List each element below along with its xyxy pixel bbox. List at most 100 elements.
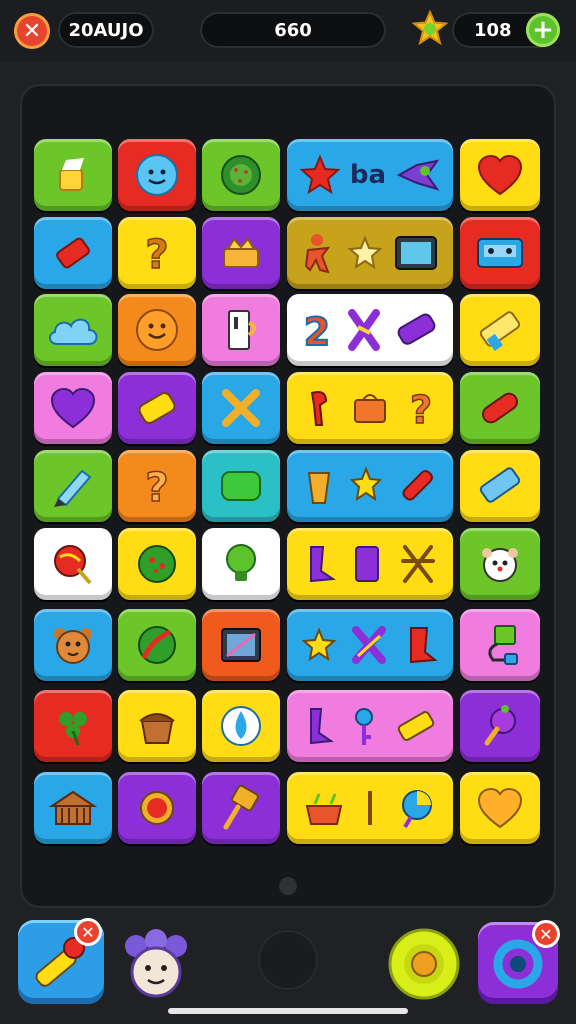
question-icon: ?	[145, 231, 170, 278]
cross-letters-icon	[347, 309, 380, 351]
tile-r4-c1[interactable]	[34, 372, 112, 444]
tile-r1-c1[interactable]	[34, 139, 112, 211]
tile-r8-c1[interactable]	[34, 690, 112, 762]
svg-text:?: ?	[145, 465, 168, 511]
bear-face-icon	[54, 628, 92, 664]
heart-icon	[477, 154, 523, 196]
tile-r7-c3[interactable]	[202, 609, 280, 681]
tile-r7-c1[interactable]	[34, 609, 112, 681]
purple-heart-icon	[50, 387, 96, 429]
tile-r8-c4-wide[interactable]	[287, 690, 453, 762]
tile-r9-c5[interactable]	[460, 772, 540, 844]
yellow-eraser-icon	[479, 311, 521, 352]
tile-r6-c5[interactable]	[460, 528, 540, 600]
tile-r8-c2[interactable]	[118, 690, 196, 762]
bird-icon	[396, 159, 440, 191]
tile-r7-c5[interactable]	[460, 609, 540, 681]
tile-label: ba	[349, 160, 387, 190]
red-gem-icon	[140, 791, 174, 825]
tile-r8-c3[interactable]	[202, 690, 280, 762]
purple-sock-icon	[310, 708, 334, 745]
tile-r2-c2[interactable]: ?	[118, 217, 196, 289]
tile-r2-c4-wide[interactable]	[287, 217, 453, 289]
brush-icon	[223, 784, 259, 830]
question-mark-icon: ?	[145, 464, 170, 511]
tile-r5-c3[interactable]	[202, 450, 280, 522]
tile-r3-c5[interactable]	[460, 294, 540, 366]
pencil-icon	[59, 158, 84, 191]
tile-r8-c5[interactable]	[460, 690, 540, 762]
tile-r7-c4-wide[interactable]	[287, 609, 453, 681]
tile-r1-c4-wide[interactable]: ba	[287, 139, 453, 211]
red-tube-icon	[481, 392, 519, 424]
tile-r6-c1[interactable]	[34, 528, 112, 600]
easel-icon	[401, 545, 436, 583]
number-two-icon: 2	[303, 309, 331, 353]
close-button[interactable]: ✕	[14, 13, 50, 49]
tile-r9-c1[interactable]	[34, 772, 112, 844]
acorn-pot-icon	[139, 713, 175, 744]
tile-r6-c4-wide[interactable]	[287, 528, 453, 600]
tile-r5-c4-wide[interactable]	[287, 450, 453, 522]
home-button[interactable]	[258, 930, 318, 990]
figure-icon	[304, 234, 330, 274]
tile-r1-c3[interactable]	[202, 139, 280, 211]
cloud-icon	[49, 318, 98, 345]
top-bar: ✕ 20AUJO 660 108 +	[0, 0, 576, 62]
purple-x-icon	[351, 626, 386, 664]
tile-r9-c2[interactable]	[118, 772, 196, 844]
barn-icon	[48, 790, 98, 825]
star-icon	[412, 10, 448, 46]
purple-scroll-icon	[354, 546, 379, 582]
tile-r3-c4-wide[interactable]: 2	[287, 294, 453, 366]
tile-r4-c2[interactable]	[118, 372, 196, 444]
blue-eraser-icon	[479, 467, 521, 503]
purple-mic-icon	[484, 705, 516, 746]
tile-r5-c2[interactable]: ?	[118, 450, 196, 522]
center-counter-value: 660	[274, 19, 312, 41]
tile-r3-c3[interactable]	[202, 294, 280, 366]
tile-r9-c3[interactable]	[202, 772, 280, 844]
key-icon	[355, 708, 373, 745]
small-star-icon	[347, 235, 383, 270]
yellow-tag-icon	[138, 392, 176, 424]
tile-r5-c5[interactable]	[460, 450, 540, 522]
purple-boot-icon	[309, 546, 336, 583]
orange-heart-icon	[477, 787, 523, 829]
tile-r9-c4-wide[interactable]	[287, 772, 453, 844]
green-bulb-icon	[226, 544, 256, 581]
tile-r4-c4-wide[interactable]: ?	[287, 372, 453, 444]
tile-r2-c3[interactable]	[202, 217, 280, 289]
eraser-icon	[56, 237, 90, 269]
coin-button[interactable]	[388, 928, 460, 1000]
crossed-sticks-icon	[222, 389, 260, 427]
add-currency-button[interactable]: +	[526, 13, 560, 47]
tile-r4-c3[interactable]	[202, 372, 280, 444]
tile-r2-c1[interactable]	[34, 217, 112, 289]
svg-text:?: ?	[410, 388, 432, 431]
tile-r7-c2[interactable]	[118, 609, 196, 681]
purple-eraser-icon	[397, 313, 436, 345]
yellow-star-icon	[349, 466, 383, 502]
tile-r3-c2[interactable]	[118, 294, 196, 366]
mascot-avatar[interactable]	[122, 926, 190, 1004]
tile-r4-c5[interactable]	[460, 372, 540, 444]
gold-star-icon	[301, 627, 337, 662]
tile-r3-c1[interactable]	[34, 294, 112, 366]
tile-r6-c2[interactable]	[118, 528, 196, 600]
tile-r1-c2[interactable]	[118, 139, 196, 211]
green-block-icon	[221, 471, 261, 501]
tile-r1-c5[interactable]	[460, 139, 540, 211]
leaf-ball-icon	[138, 626, 176, 664]
ring-badge: ✕	[532, 920, 560, 948]
home-indicator	[168, 1008, 408, 1014]
tile-r6-c3[interactable]	[202, 528, 280, 600]
tile-r5-c1[interactable]	[34, 450, 112, 522]
tile-r2-c5[interactable]	[460, 217, 540, 289]
left-counter: 20AUJO	[58, 12, 154, 48]
green-ball-icon	[138, 545, 176, 583]
lollipop-icon	[54, 545, 92, 585]
page-dot	[279, 877, 297, 895]
basket-icon	[306, 793, 343, 825]
svg-text:2: 2	[304, 310, 330, 353]
